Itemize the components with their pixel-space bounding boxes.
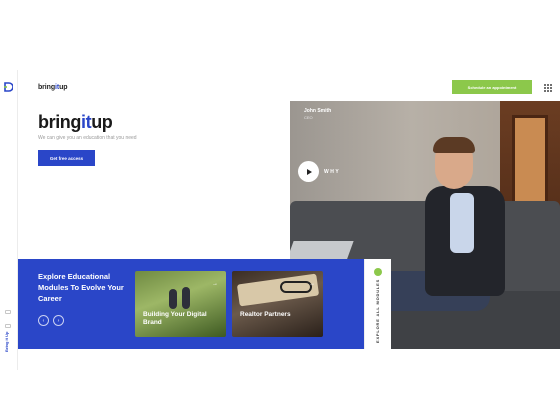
- banner-title: Explore Educational Modules To Evolve Yo…: [38, 272, 124, 303]
- get-free-access-button[interactable]: Get free access: [38, 150, 95, 166]
- arrow-right-icon: →: [212, 281, 218, 287]
- apps-grid-icon[interactable]: [544, 84, 552, 92]
- rail-menu-icon[interactable]: [5, 310, 11, 314]
- rail-settings-icon[interactable]: [5, 324, 11, 328]
- play-video-button[interactable]: [298, 161, 319, 182]
- hero-brand-accent: it: [81, 112, 92, 132]
- next-button[interactable]: ›: [53, 315, 64, 326]
- page: Bring it Up bringitup Schedule an appoin…: [0, 0, 560, 420]
- glasses-image: [280, 281, 312, 293]
- hero-brand-prefix: bring: [38, 112, 81, 132]
- hero-brand-suffix: up: [91, 112, 113, 132]
- explore-all-modules-link[interactable]: EXPLORE ALL MODULES: [364, 259, 391, 349]
- logo-icon[interactable]: [3, 82, 13, 92]
- person-figure: [169, 289, 177, 309]
- left-rail: Bring it Up: [0, 70, 18, 370]
- laptop: [290, 241, 354, 261]
- brand-prefix: bring: [38, 84, 55, 91]
- hero-door-glass: [512, 115, 548, 215]
- prev-button[interactable]: ‹: [38, 315, 49, 326]
- module-card-title: Building Your Digital Brand: [143, 311, 207, 326]
- play-icon: [307, 168, 312, 175]
- person-role: CEO: [304, 115, 313, 120]
- person-figure: [182, 287, 190, 309]
- rail-vertical-label: Bring it Up: [4, 331, 9, 352]
- schedule-appointment-button[interactable]: Schedule an appointment: [452, 80, 532, 94]
- person-name: John Smith: [304, 108, 332, 114]
- header-brand[interactable]: bringitup: [38, 84, 68, 91]
- person-shirt: [450, 193, 474, 253]
- module-card[interactable]: → Building Your Digital Brand: [135, 271, 226, 337]
- modules-banner: Explore Educational Modules To Evolve Yo…: [18, 259, 364, 349]
- module-card-title: Realtor Partners: [240, 311, 291, 318]
- hero-tagline: We can give you an education that you ne…: [38, 135, 137, 141]
- settings-icon: [374, 268, 382, 276]
- module-card[interactable]: → Realtor Partners: [232, 271, 323, 337]
- arrow-right-icon: →: [309, 281, 315, 287]
- why-label: WHY: [324, 169, 341, 175]
- person-hair: [433, 137, 475, 153]
- explore-all-modules-label: EXPLORE ALL MODULES: [375, 278, 380, 343]
- hero-brand-title: bringitup: [38, 112, 113, 133]
- brand-suffix: up: [59, 84, 68, 91]
